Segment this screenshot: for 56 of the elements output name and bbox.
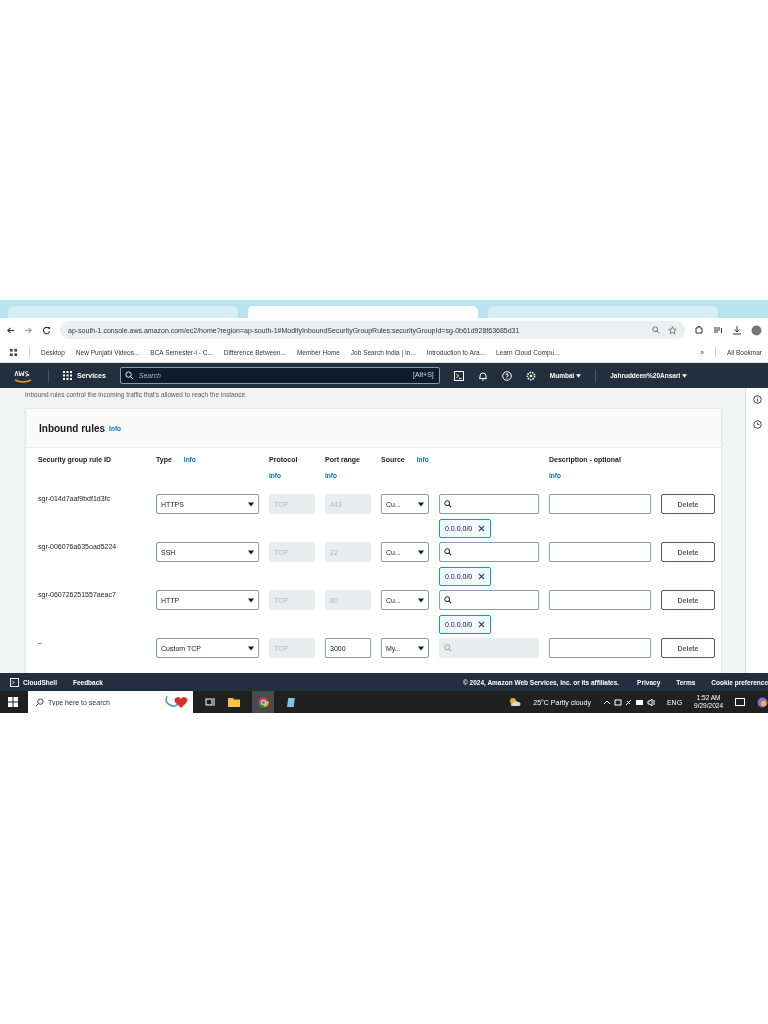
search-icon	[124, 371, 134, 380]
reload-icon[interactable]	[42, 325, 51, 335]
system-tray-icons[interactable]	[602, 697, 655, 707]
extension-icon[interactable]	[694, 325, 704, 335]
caret-icon	[248, 549, 254, 555]
caret-icon	[418, 549, 424, 555]
cidr-search-field[interactable]	[439, 590, 539, 610]
heart-icon	[163, 694, 189, 710]
profile-icon[interactable]	[751, 324, 762, 336]
download-icon[interactable]	[732, 325, 742, 335]
caret-icon	[576, 374, 582, 378]
help-icon[interactable]	[501, 370, 512, 381]
description-field[interactable]	[549, 542, 651, 562]
aws-logo[interactable]	[12, 368, 34, 383]
zoom-icon[interactable]	[652, 326, 660, 334]
search-icon	[444, 644, 452, 652]
search-icon	[444, 548, 452, 556]
terminal-icon[interactable]	[453, 370, 464, 381]
forward-icon[interactable]	[24, 325, 33, 335]
cidr-search-field[interactable]	[439, 494, 539, 514]
terminal-icon	[10, 677, 19, 687]
caret-icon	[418, 645, 424, 651]
bell-icon[interactable]	[477, 370, 488, 381]
apps-icon[interactable]	[9, 347, 18, 357]
search-icon	[444, 500, 452, 508]
remove-icon[interactable]	[478, 573, 486, 580]
grid-icon[interactable]	[63, 371, 72, 380]
task-view-icon[interactable]	[205, 697, 216, 707]
caret-icon	[418, 597, 424, 603]
reading-list-icon[interactable]	[713, 325, 723, 335]
weather-icon	[509, 697, 522, 707]
info-icon[interactable]	[752, 395, 762, 404]
search-icon	[444, 596, 452, 604]
settings-icon[interactable]	[525, 370, 536, 381]
copilot-icon[interactable]	[757, 696, 768, 708]
caret-icon	[248, 645, 254, 651]
star-icon[interactable]	[668, 325, 677, 335]
description-field[interactable]	[549, 494, 651, 514]
description-field[interactable]	[549, 590, 651, 610]
cidr-search-field[interactable]	[439, 542, 539, 562]
history-icon[interactable]	[752, 420, 762, 429]
folder-icon[interactable]	[228, 697, 240, 707]
browser-icon[interactable]	[257, 696, 269, 708]
notification-icon[interactable]	[735, 697, 745, 707]
caret-icon	[248, 597, 254, 603]
search-icon	[35, 698, 44, 707]
caret-icon	[248, 501, 254, 507]
start-icon[interactable]	[8, 697, 18, 707]
description-field[interactable]	[549, 638, 651, 658]
caret-icon	[418, 501, 424, 507]
remove-icon[interactable]	[478, 525, 486, 532]
caret-icon	[682, 374, 688, 378]
panel-title: Inbound rules	[39, 422, 106, 434]
notepad-icon[interactable]	[286, 696, 297, 708]
remove-icon[interactable]	[478, 621, 486, 628]
back-icon[interactable]	[6, 325, 15, 335]
